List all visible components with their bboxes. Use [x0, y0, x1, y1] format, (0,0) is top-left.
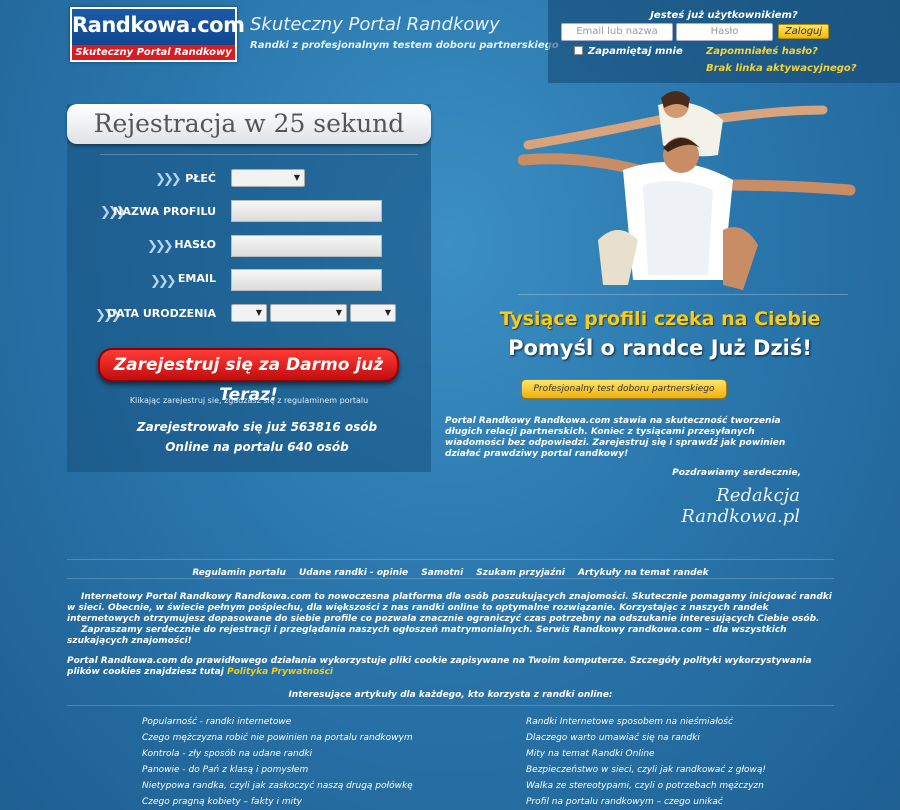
footer-nav: Regulamin portalu Udane randki - opinie … — [67, 559, 834, 579]
partner-test-button[interactable]: Profesjonalny test doboru partnerskiego — [521, 379, 727, 399]
gender-select[interactable] — [231, 169, 305, 187]
profile-name-label: NAZWA PROFILU — [113, 205, 216, 218]
site-tagline: Skuteczny Portal Randkowy — [250, 14, 500, 35]
dob-label: DATA URODZENIA — [107, 307, 216, 320]
article-link[interactable]: Czego mężczyzna robić nie powinien na po… — [142, 732, 482, 748]
divider — [67, 705, 834, 706]
remember-checkbox[interactable] — [574, 46, 583, 55]
nav-szukam-przyjazni[interactable]: Szukam przyjaźni — [476, 568, 565, 578]
registered-count: Zarejestrowało się już 563816 osób — [136, 420, 378, 434]
about-text: Internetowy Portal Randkowy Randkowa.com… — [67, 592, 834, 647]
dob-year-select[interactable] — [350, 304, 396, 322]
editorial-signature: Redakcja Randkowa.pl — [681, 485, 800, 527]
login-box: Jesteś już użytkownikiem? Email lub nazw… — [548, 0, 900, 83]
profile-name-input[interactable] — [231, 200, 382, 222]
article-link[interactable]: Kontrola - zły sposób na udane randki — [142, 748, 482, 764]
nav-regulamin[interactable]: Regulamin portalu — [192, 568, 286, 578]
site-subtagline: Randki z profesjonalnym testem doboru pa… — [250, 40, 559, 51]
gender-label: PŁEĆ — [185, 172, 216, 185]
registration-header: Rejestracja w 25 sekund — [67, 104, 431, 144]
register-button[interactable]: Zarejestruj się za Darmo już Teraz! — [98, 348, 399, 405]
article-link[interactable]: Dlaczego warto umawiać się na randki — [526, 732, 856, 748]
site-logo[interactable]: Randkowa.com Skuteczny Portal Randkowy — [70, 7, 245, 62]
dob-month-select[interactable] — [270, 304, 347, 322]
article-link[interactable]: Popularność - randki internetowe — [142, 716, 482, 732]
promo-headline: Tysiące profili czeka na Ciebie — [499, 308, 821, 330]
articles-left: Popularność - randki internetowe Czego m… — [142, 716, 482, 810]
forgot-password-link[interactable]: Zapomniałeś hasło? — [706, 46, 818, 57]
email-input[interactable] — [231, 269, 382, 291]
article-link[interactable]: Walka ze stereotypami, czyli o potrzebac… — [526, 780, 856, 796]
couple-photo — [518, 90, 858, 295]
article-link[interactable]: Bezpieczeństwo w sieci, czyli jak randko… — [526, 764, 856, 780]
login-email-input[interactable]: Email lub nazwa — [561, 23, 673, 41]
cookie-text: Portal Randkowa.com do prawidłowego dzia… — [67, 656, 812, 677]
registration-title: Rejestracja w 25 sekund — [93, 109, 405, 138]
article-link[interactable]: Profil na portalu randkowym – czego unik… — [526, 796, 856, 810]
divider — [518, 294, 848, 295]
articles-title: Interesujące artykuły dla każdego, kto k… — [288, 690, 613, 700]
articles-right: Randki Internetowe sposobem na nieśmiało… — [526, 716, 856, 810]
remember-me[interactable]: Zapamiętaj mnie — [574, 46, 683, 57]
article-link[interactable]: Mity na temat Randki Online — [526, 748, 856, 764]
greeting: Pozdrawiamy serdecznie, — [672, 468, 801, 478]
article-link[interactable]: Czego pragną kobiety – fakty i mity — [142, 796, 482, 810]
portal-description: Portal Randkowy Randkowa.com stawia na s… — [445, 416, 786, 459]
divider — [100, 154, 418, 155]
login-button[interactable]: Zaloguj — [778, 24, 829, 39]
about-paragraph: Zapraszamy serdecznie do rejestracji i p… — [67, 625, 787, 646]
email-label: EMAIL — [177, 272, 216, 285]
no-activation-link[interactable]: Brak linka aktywacyjnego? — [706, 63, 857, 74]
cookie-notice: Portal Randkowa.com do prawidłowego dzia… — [67, 656, 834, 678]
online-count: Online na portalu 640 osób — [165, 440, 349, 454]
article-link[interactable]: Panowie - do Pań z klasą i pomysłem — [142, 764, 482, 780]
logo-subtitle: Skuteczny Portal Randkowy — [72, 45, 235, 60]
about-paragraph: Internetowy Portal Randkowy Randkowa.com… — [67, 592, 832, 624]
dob-day-select[interactable] — [231, 304, 267, 322]
promo-subheadline: Pomyśl o randce Już Dziś! — [508, 336, 812, 360]
login-password-input[interactable]: Hasło — [676, 23, 773, 41]
password-input[interactable] — [231, 235, 382, 257]
login-question: Jesteś już użytkownikiem? — [650, 10, 798, 21]
logo-title: Randkowa.com — [72, 13, 245, 37]
article-link[interactable]: Randki Internetowe sposobem na nieśmiało… — [526, 716, 856, 732]
article-link[interactable]: Nietypowa randka, czyli jak zaskoczyć na… — [142, 780, 482, 796]
nav-udane-randki[interactable]: Udane randki - opinie — [299, 568, 408, 578]
remember-label: Zapamiętaj mnie — [588, 46, 683, 57]
nav-artykuly[interactable]: Artykuły na temat randek — [578, 568, 709, 578]
nav-samotni[interactable]: Samotni — [421, 568, 463, 578]
terms-note: Klikając zarejestruj sie, zgadzasz się z… — [129, 396, 369, 405]
privacy-policy-link[interactable]: Polityka Prywatności — [227, 667, 333, 677]
password-label: HASŁO — [174, 238, 216, 251]
